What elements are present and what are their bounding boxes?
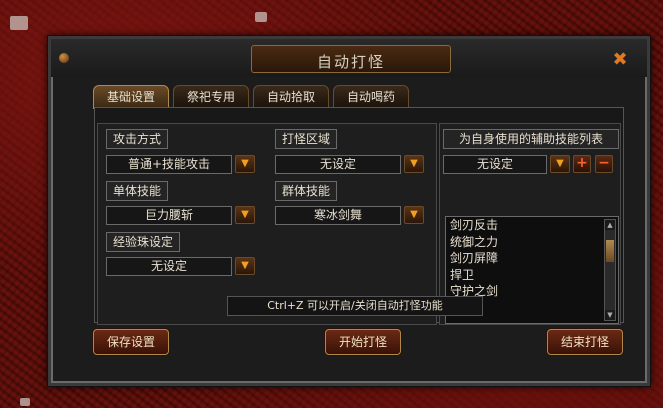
triangle-down-icon: ▼ bbox=[241, 209, 249, 220]
save-settings-button[interactable]: 保存设置 bbox=[93, 329, 169, 355]
exp-orb-dropdown-button[interactable]: ▼ bbox=[235, 257, 255, 275]
title-bar[interactable]: 自动打怪 ✖ bbox=[51, 39, 647, 77]
add-buff-button[interactable]: + bbox=[573, 155, 591, 173]
triangle-down-icon: ▼ bbox=[410, 209, 418, 220]
triangle-down-icon: ▼ bbox=[556, 158, 564, 169]
self-buff-header: 为自身使用的辅助技能列表 bbox=[443, 129, 619, 149]
list-item[interactable]: 剑刃屏障 bbox=[446, 250, 618, 267]
exp-orb-select[interactable]: 无设定 bbox=[106, 257, 232, 276]
group-skill-label: 群体技能 bbox=[275, 181, 338, 201]
triangle-down-icon: ▼ bbox=[410, 158, 418, 169]
tab-sacrifice[interactable]: 祭祀专用 bbox=[173, 85, 249, 109]
group-skill-select[interactable]: 寒冰剑舞 bbox=[275, 206, 401, 225]
scroll-thumb[interactable] bbox=[606, 240, 614, 262]
single-skill-dropdown-button[interactable]: ▼ bbox=[235, 206, 255, 224]
start-combat-button[interactable]: 开始打怪 bbox=[325, 329, 401, 355]
close-icon[interactable]: ✖ bbox=[611, 51, 629, 69]
window-title: 自动打怪 bbox=[316, 53, 385, 71]
end-combat-button[interactable]: 结束打怪 bbox=[547, 329, 623, 355]
background-speck bbox=[20, 398, 30, 406]
group-skill-dropdown-button[interactable]: ▼ bbox=[404, 206, 424, 224]
self-buff-dropdown-button[interactable]: ▼ bbox=[550, 155, 570, 173]
list-item[interactable]: 捍卫 bbox=[446, 267, 618, 284]
triangle-down-icon: ▼ bbox=[241, 260, 249, 271]
attack-area-select[interactable]: 无设定 bbox=[275, 155, 401, 174]
tab-bar: 基础设置 祭祀专用 自动拾取 自动喝药 bbox=[93, 85, 409, 109]
minus-icon: − bbox=[598, 155, 610, 171]
tab-auto-pickup[interactable]: 自动拾取 bbox=[253, 85, 329, 109]
plus-icon: + bbox=[576, 155, 588, 171]
attack-area-label: 打怪区域 bbox=[275, 129, 338, 149]
background-speck bbox=[10, 16, 28, 30]
background-speck bbox=[255, 12, 267, 22]
list-scrollbar[interactable]: ▲ ▼ bbox=[604, 219, 616, 321]
list-item[interactable]: 剑刃反击 bbox=[446, 217, 618, 234]
tab-auto-potion[interactable]: 自动喝药 bbox=[333, 85, 409, 109]
list-item[interactable]: 统御之力 bbox=[446, 234, 618, 251]
exp-orb-label: 经验珠设定 bbox=[106, 232, 181, 252]
remove-buff-button[interactable]: − bbox=[595, 155, 613, 173]
single-skill-select[interactable]: 巨力腰斩 bbox=[106, 206, 232, 225]
single-skill-label: 单体技能 bbox=[106, 181, 169, 201]
attack-area-dropdown-button[interactable]: ▼ bbox=[404, 155, 424, 173]
hotkey-hint: Ctrl+Z 可以开启/关闭自动打怪功能 bbox=[227, 296, 483, 316]
rivet-decoration bbox=[59, 53, 69, 63]
tab-basic-settings[interactable]: 基础设置 bbox=[93, 85, 169, 109]
attack-mode-select[interactable]: 普通+技能攻击 bbox=[106, 155, 232, 174]
title-plate: 自动打怪 bbox=[251, 45, 451, 73]
attack-mode-label: 攻击方式 bbox=[106, 129, 169, 149]
scroll-up-icon[interactable]: ▲ bbox=[605, 220, 615, 230]
scroll-down-icon[interactable]: ▼ bbox=[605, 310, 615, 320]
attack-mode-dropdown-button[interactable]: ▼ bbox=[235, 155, 255, 173]
triangle-down-icon: ▼ bbox=[241, 158, 249, 169]
self-buff-select[interactable]: 无设定 bbox=[443, 155, 547, 174]
auto-combat-window: 自动打怪 ✖ 基础设置 祭祀专用 自动拾取 自动喝药 攻击方式 普通+技能攻击 … bbox=[47, 35, 651, 387]
